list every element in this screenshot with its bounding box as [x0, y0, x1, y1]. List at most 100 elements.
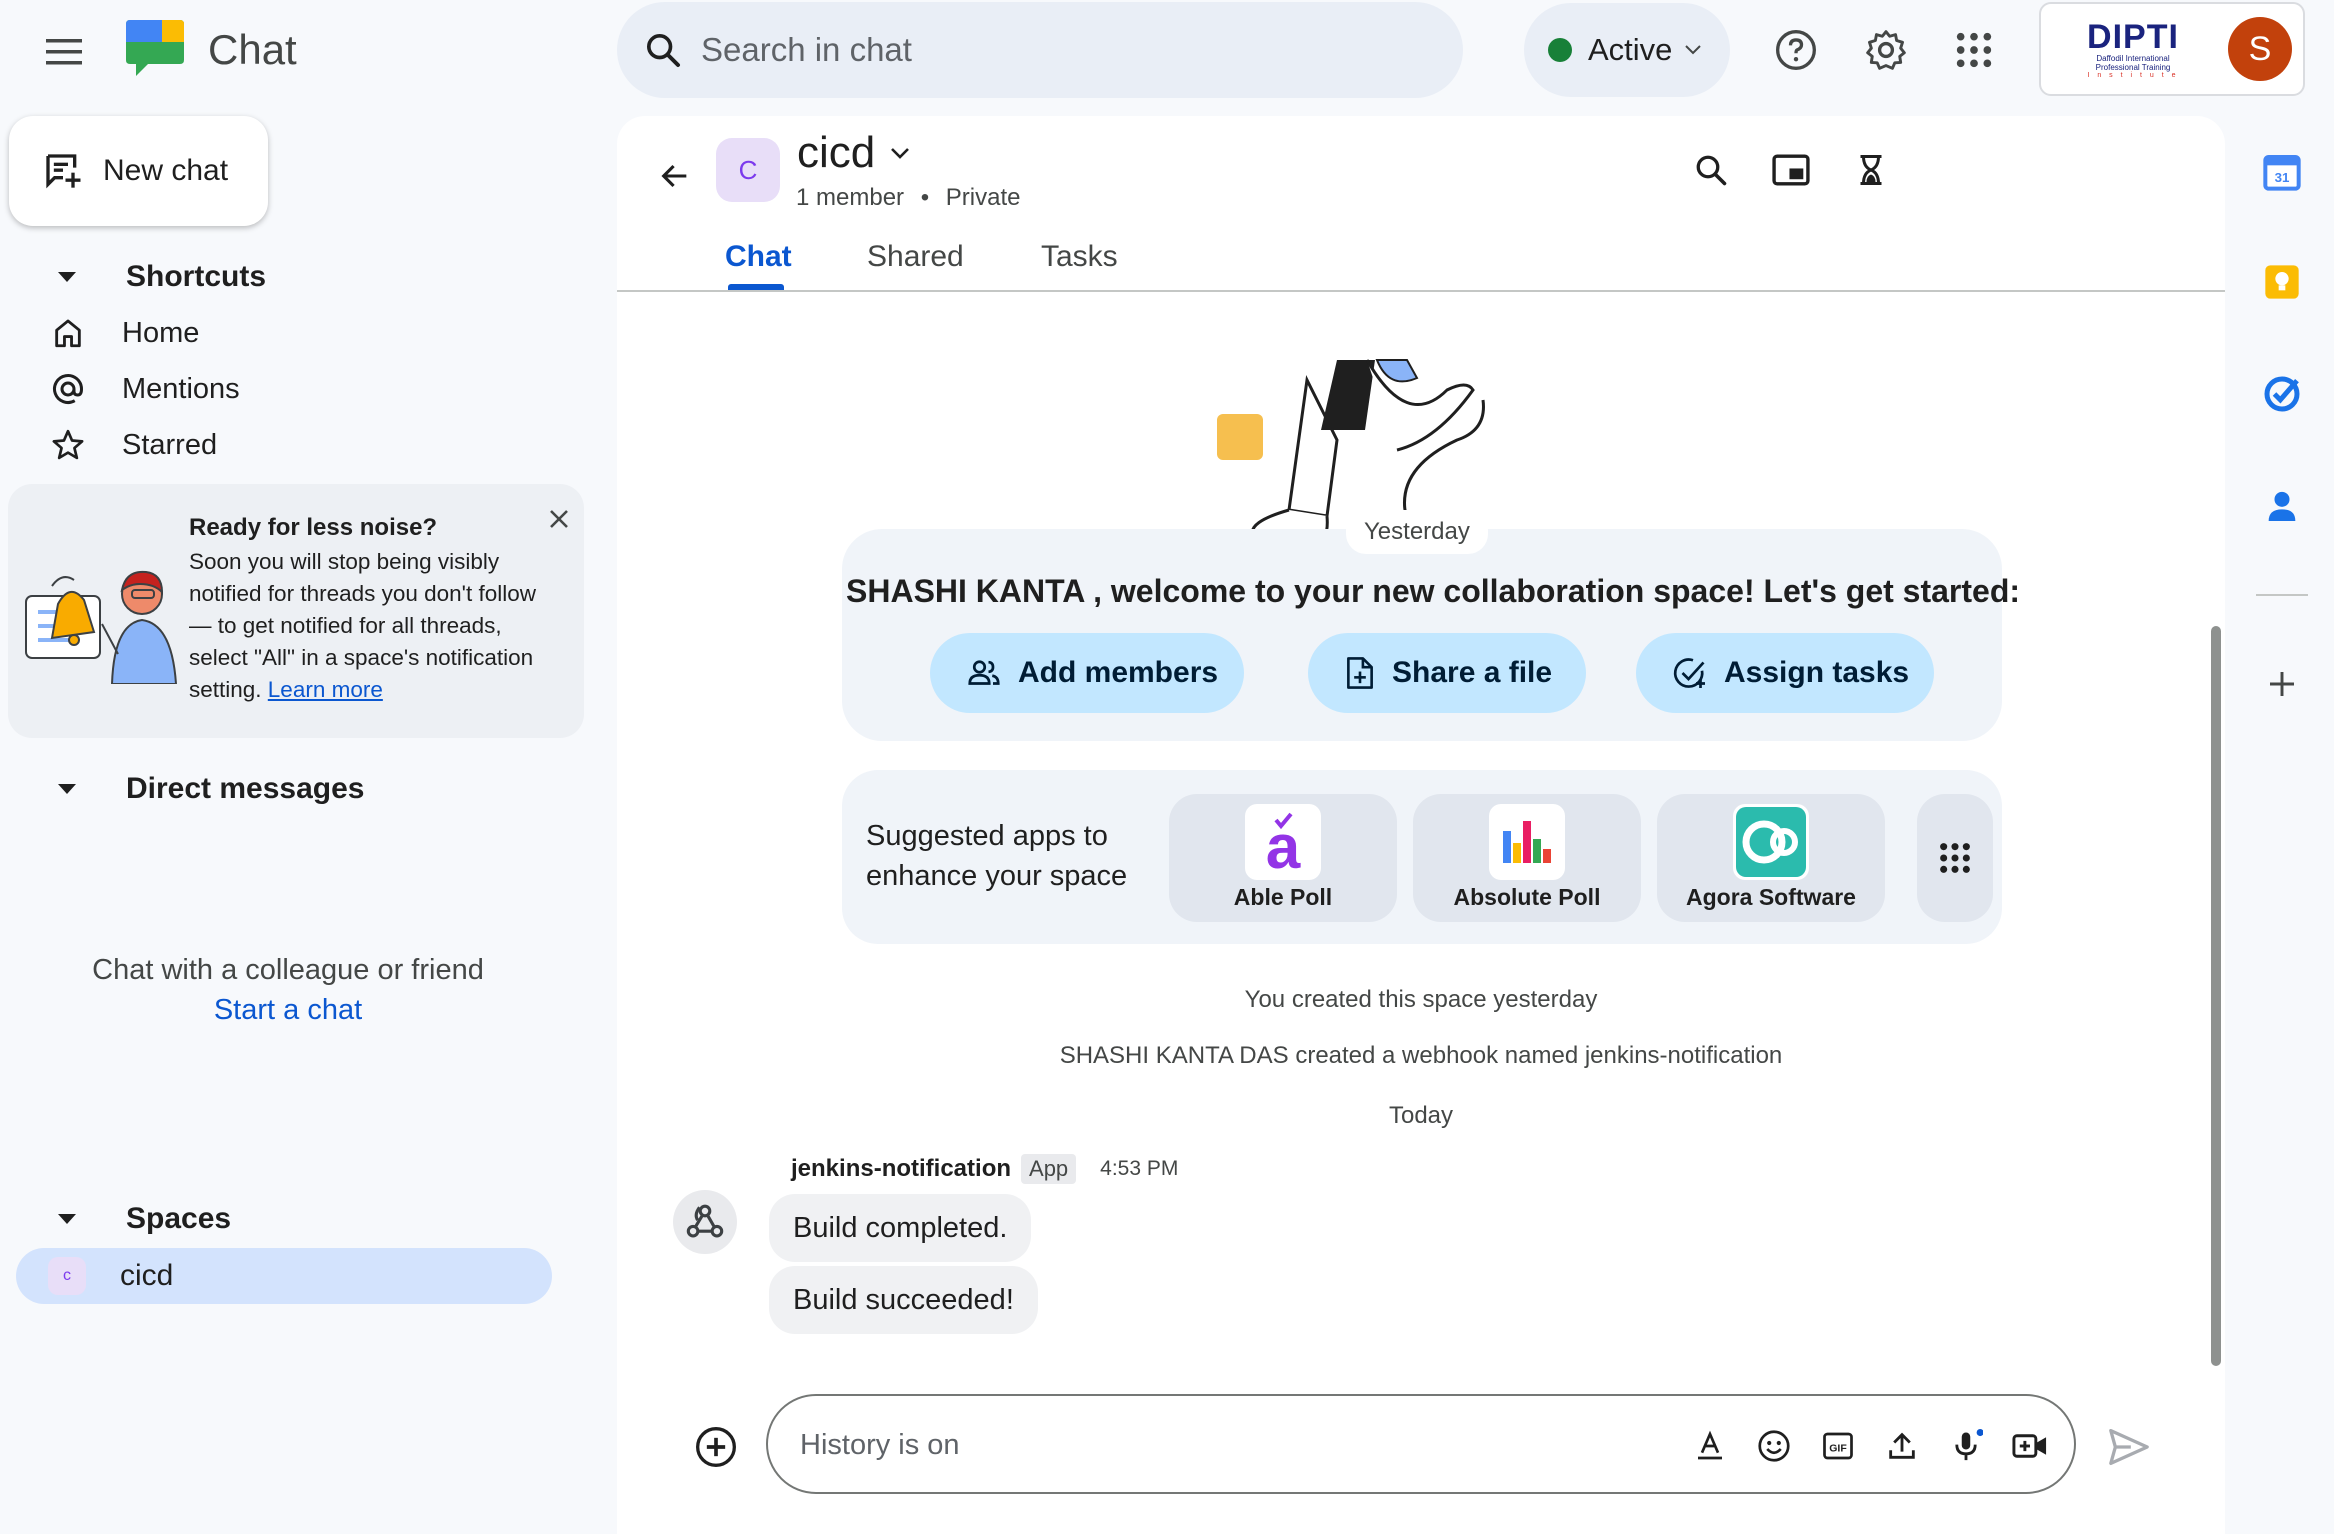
microphone-icon: [1955, 1429, 1983, 1461]
spaces-section-toggle[interactable]: Spaces: [50, 1202, 231, 1236]
welcome-text: SHASHI KANTA , welcome to your new colla…: [846, 573, 2021, 609]
space-avatar: c: [48, 1257, 86, 1295]
direct-messages-section-toggle[interactable]: Direct messages: [50, 772, 364, 806]
apps-launcher-button[interactable]: [1944, 20, 2004, 80]
tab-tasks[interactable]: Tasks: [1041, 240, 1118, 274]
help-button[interactable]: [1766, 20, 1826, 80]
integrations-button[interactable]: [1841, 140, 1901, 200]
learn-more-link[interactable]: Learn more: [268, 677, 383, 702]
calendar-icon: 31: [2263, 155, 2301, 191]
sidebar-item-space-cicd[interactable]: c cicd: [16, 1248, 552, 1304]
sidebar-item-label: Home: [122, 316, 200, 349]
app-tile-able-poll[interactable]: a Able Poll: [1169, 794, 1397, 922]
tasks-icon: [2264, 376, 2300, 412]
contacts-addon-button[interactable]: [2254, 478, 2310, 534]
message-bubble[interactable]: Build completed.: [769, 1194, 1032, 1262]
composer-add-button[interactable]: [693, 1424, 739, 1470]
shortcuts-section-toggle[interactable]: Shortcuts: [50, 260, 266, 294]
plus-icon: [2270, 672, 2294, 696]
message-header: jenkins-notification App 4:53 PM: [791, 1154, 1178, 1184]
send-icon: [2109, 1429, 2149, 1465]
collapse-arrow-icon: [58, 1214, 76, 1224]
welcome-card: SHASHI KANTA , welcome to your new colla…: [842, 529, 2020, 741]
app-tile-agora-software[interactable]: Agora Software: [1657, 794, 1885, 922]
search-input[interactable]: [701, 31, 1401, 69]
pop-out-button[interactable]: [1761, 140, 1821, 200]
day-separator: Yesterday: [1346, 510, 1488, 554]
action-label: Share a file: [1392, 656, 1553, 689]
member-count: 1 member: [796, 184, 905, 211]
new-chat-button[interactable]: New chat: [9, 116, 268, 226]
space-title-dropdown[interactable]: cicd: [797, 128, 911, 178]
add-members-button[interactable]: Add members: [930, 633, 1244, 713]
upload-file-button[interactable]: [1880, 1424, 1924, 1468]
organization-logo: DIPTI Daffodil International Professiona…: [2087, 18, 2179, 79]
file-add-icon: [1347, 657, 1373, 689]
space-avatar: C: [716, 138, 780, 202]
more-apps-button[interactable]: [1917, 794, 1993, 922]
app-tile-absolute-poll[interactable]: Absolute Poll: [1413, 794, 1641, 922]
collapse-arrow-icon: [58, 272, 76, 282]
message-input[interactable]: [800, 1424, 1600, 1466]
share-file-button[interactable]: Share a file: [1308, 633, 1586, 713]
sidebar-item-home[interactable]: Home: [48, 307, 199, 359]
account-switcher[interactable]: DIPTI Daffodil International Professiona…: [2039, 2, 2305, 96]
main-menu-button[interactable]: [34, 22, 94, 82]
sidebar-item-label: Mentions: [122, 372, 240, 405]
gear-icon: [1866, 30, 1906, 70]
notification-tip-card: Ready for less noise? Soon you will stop…: [8, 484, 584, 738]
voice-message-button[interactable]: [1944, 1424, 1988, 1468]
system-message-webhook: SHASHI KANTA DAS created a webhook named…: [1059, 1042, 1783, 1069]
space-meta: 1 member • Private: [796, 184, 1021, 212]
gif-icon: GIF: [1823, 1432, 1853, 1460]
add-circle-icon: [696, 1427, 736, 1467]
gif-button[interactable]: GIF: [1816, 1424, 1860, 1468]
sender-name[interactable]: jenkins-notification: [791, 1155, 1011, 1183]
svg-text:31: 31: [2275, 170, 2290, 185]
assign-tasks-button[interactable]: Assign tasks: [1636, 633, 1934, 713]
close-icon: [550, 510, 568, 528]
message-bubble[interactable]: Build succeeded!: [769, 1266, 1038, 1334]
keep-addon-button[interactable]: [2254, 254, 2310, 310]
sidebar-item-starred[interactable]: Starred: [48, 419, 217, 471]
able-poll-logo-icon: a: [1245, 804, 1321, 880]
user-avatar[interactable]: S: [2228, 17, 2292, 81]
calendar-addon-button[interactable]: 31: [2254, 144, 2310, 200]
upload-icon: [1889, 1432, 1915, 1459]
tab-chat[interactable]: Chat: [725, 240, 792, 274]
app-title: Chat: [208, 26, 297, 73]
video-add-icon: [2012, 1434, 2047, 1458]
system-message-created: You created this space yesterday: [1244, 986, 1598, 1013]
status-selector[interactable]: Active: [1524, 3, 1730, 97]
back-button[interactable]: [647, 148, 703, 204]
video-meeting-button[interactable]: [2008, 1424, 2052, 1468]
close-tip-button[interactable]: [538, 498, 580, 540]
search-bar[interactable]: [617, 2, 1463, 98]
rail-divider: [2256, 594, 2308, 596]
visibility-label: Private: [945, 184, 1021, 211]
task-check-icon: [1673, 658, 1705, 688]
suggested-apps-label: Suggested apps to enhance your space: [866, 820, 1128, 892]
tasks-addon-button[interactable]: [2254, 366, 2310, 422]
help-icon: [1776, 30, 1816, 70]
scrollbar[interactable]: [2211, 626, 2221, 1366]
search-in-space-button[interactable]: [1681, 140, 1741, 200]
space-label: cicd: [120, 1259, 174, 1292]
day-separator-today: Today: [1388, 1102, 1454, 1129]
arrow-back-icon: [661, 164, 687, 188]
emoji-button[interactable]: [1752, 1424, 1796, 1468]
webhook-avatar[interactable]: [673, 1190, 737, 1254]
chat-logo-icon[interactable]: [122, 16, 188, 82]
send-button[interactable]: [2104, 1422, 2154, 1472]
settings-button[interactable]: [1856, 20, 1916, 80]
hourglass-icon: [1860, 155, 1882, 185]
sidebar-item-mentions[interactable]: Mentions: [48, 363, 240, 415]
get-addons-button[interactable]: [2254, 656, 2310, 712]
star-icon: [52, 429, 84, 460]
format-text-icon: [1698, 1430, 1722, 1460]
format-text-button[interactable]: [1688, 1424, 1732, 1468]
tab-shared[interactable]: Shared: [867, 240, 964, 274]
start-chat-link[interactable]: Start a chat: [0, 994, 576, 1027]
apps-grid-icon: [1956, 32, 1992, 68]
direct-messages-heading: Direct messages: [126, 772, 365, 805]
